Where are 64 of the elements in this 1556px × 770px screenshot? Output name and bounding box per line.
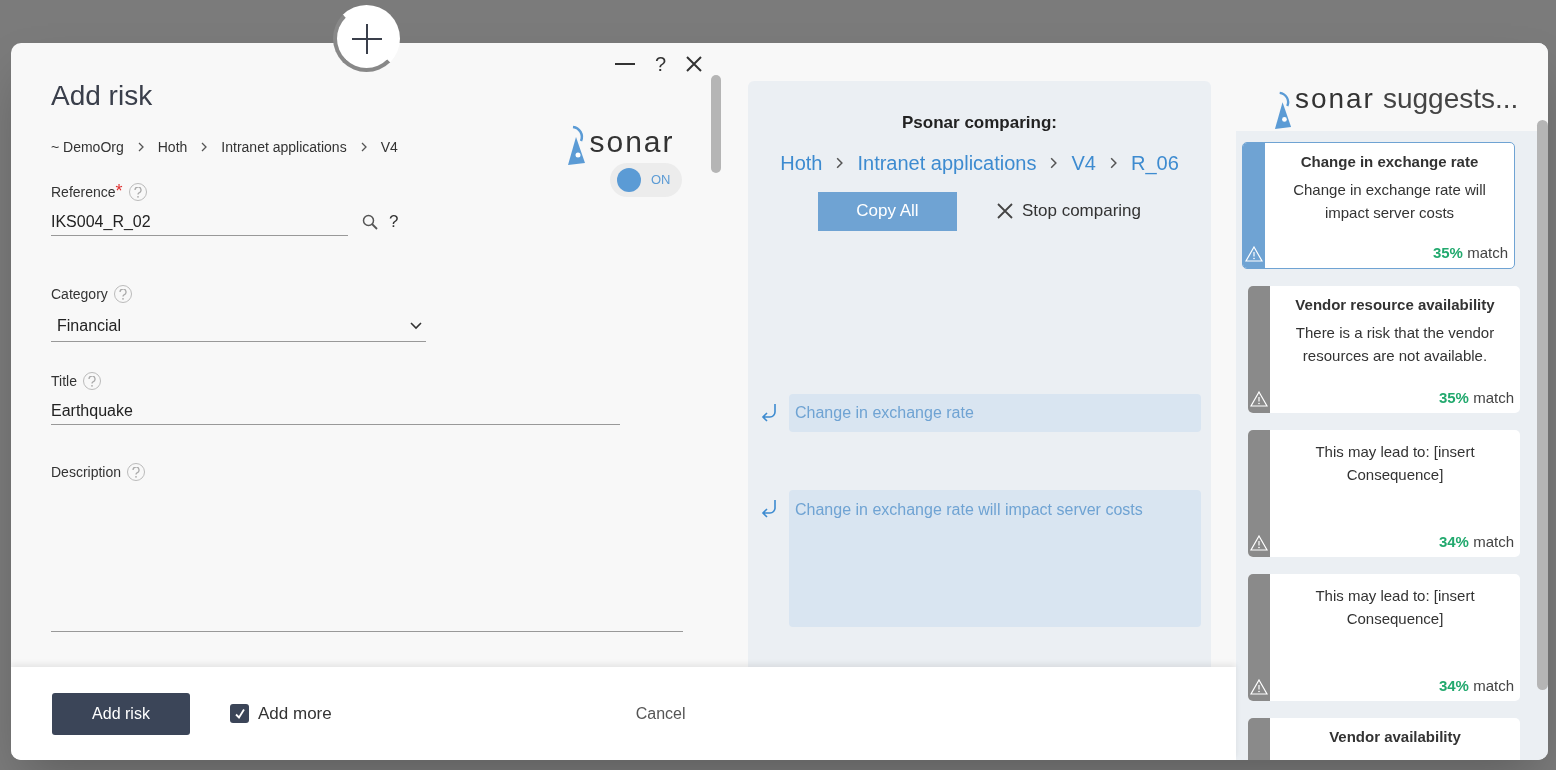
breadcrumb-link[interactable]: V4 [380, 136, 398, 158]
warning-icon [1250, 535, 1268, 551]
field-label: Title [51, 371, 77, 391]
dialog-title: Add risk [51, 79, 154, 113]
chevron-right-icon [360, 142, 367, 152]
warning-icon [1250, 391, 1268, 407]
chevron-right-icon [1109, 156, 1117, 169]
search-icon[interactable] [362, 214, 378, 230]
suggests-heading: suggests... [1382, 85, 1519, 113]
sonar-logo-text: sonar [589, 127, 675, 157]
match-score: 35% match [1438, 387, 1514, 408]
chevron-down-icon [410, 321, 422, 330]
suggestion-card[interactable]: This may lead to: [insert Consequence] 34% match [1248, 574, 1520, 701]
compare-value: Change in exchange rate [789, 394, 1201, 432]
warning-icon [1245, 246, 1263, 262]
chevron-right-icon [201, 142, 208, 152]
card-description: This may lead to: [insert Consequence] [1314, 586, 1476, 629]
scrollbar[interactable] [711, 75, 721, 173]
breadcrumb-link[interactable]: Intranet applications [221, 136, 347, 158]
required-mark: * [115, 182, 123, 200]
warning-icon [1250, 679, 1268, 695]
breadcrumb-link[interactable]: Hoth [157, 136, 188, 158]
add-more-label: Add more [258, 702, 332, 725]
suggestion-card[interactable]: Vendor resource availability There is a risk that the vendor resources are not available. 35% match [1248, 286, 1520, 413]
sonar-logo-text: sonar [1294, 85, 1375, 113]
reference-field[interactable]: IKS004_R_02 [51, 208, 348, 236]
card-description: There is a risk that the vendor resources are not available. [1294, 322, 1496, 366]
card-description: This may lead to: [insert Consequence] [1314, 442, 1476, 485]
field-label: Description [51, 462, 122, 482]
return-arrow-icon[interactable] [760, 499, 778, 519]
card-description: Change in exchange rate will impact server costs [1292, 179, 1487, 223]
compare-title: Psonar comparing: [902, 112, 1057, 134]
match-score: 34% match [1438, 675, 1514, 696]
add-more-checkbox[interactable] [230, 704, 249, 723]
suggestion-card[interactable]: This may lead to: [insert Consequence] 34% match [1248, 430, 1520, 557]
chevron-right-icon [1050, 156, 1058, 169]
close-icon[interactable] [686, 56, 703, 72]
field-label: Category [51, 284, 108, 304]
card-title: Change in exchange rate [1300, 152, 1479, 172]
lookup-help[interactable]: ? [389, 209, 399, 235]
card-title: Vendor resource availability [1295, 295, 1495, 315]
return-arrow-icon[interactable] [760, 403, 778, 423]
scrollbar[interactable] [1537, 120, 1548, 690]
chevron-right-icon [137, 142, 144, 152]
compare-value: Change in exchange rate will impact server costs [789, 490, 1201, 627]
suggestion-card[interactable]: Change in exchange rate Change in exchange rate will impact server costs 35% match [1242, 142, 1515, 269]
minimize-icon[interactable] [615, 62, 635, 66]
card-title: Vendor availability [1329, 727, 1461, 747]
chevron-right-icon [836, 156, 844, 169]
match-score: 34% match [1438, 531, 1514, 552]
breadcrumb-link[interactable]: ~ DemoOrg [51, 136, 124, 158]
help-button[interactable]: ? [655, 49, 667, 79]
cancel-button[interactable]: Cancel [635, 701, 686, 726]
stop-comparing-button[interactable]: Stop comparing [996, 198, 1142, 224]
title-field[interactable]: Earthquake [51, 397, 620, 425]
check-icon [233, 707, 246, 720]
plus-icon [351, 23, 382, 54]
category-select[interactable]: Financial [51, 310, 426, 342]
toggle-knob[interactable] [617, 168, 641, 192]
suggestion-card[interactable]: Vendor availability [1248, 718, 1520, 760]
add-risk-button[interactable]: Add risk [52, 692, 190, 735]
match-score: 35% match [1432, 242, 1508, 263]
close-icon [996, 203, 1013, 219]
field-label: Reference [51, 182, 116, 202]
